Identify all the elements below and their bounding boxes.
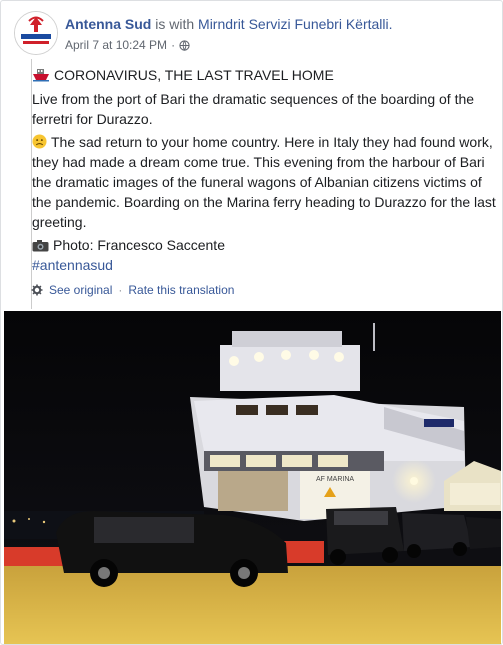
facebook-post: Antenna Sud is with Mirndrit Servizi Fun… bbox=[0, 0, 503, 645]
photo-credit-line: Photo: Francesco Saccente bbox=[32, 235, 492, 255]
translation-separator: · bbox=[118, 283, 123, 297]
post-body: CORONAVIRUS, THE LAST TRAVEL HOME Live f… bbox=[31, 59, 502, 309]
globe-icon[interactable] bbox=[179, 39, 190, 51]
post-paragraph-2-wrap: The sad return to your home country. Her… bbox=[32, 132, 497, 232]
rate-translation-link[interactable]: Rate this translation bbox=[128, 283, 234, 297]
ship-icon bbox=[33, 69, 49, 82]
post-paragraph-2: The sad return to your home country. Her… bbox=[32, 134, 496, 230]
post-header: Antenna Sud is with Mirndrit Servizi Fun… bbox=[65, 16, 393, 32]
timestamp-link[interactable]: April 7 at 10:24 PM bbox=[65, 38, 167, 52]
with-text: is with bbox=[155, 16, 195, 32]
tagged-page-link[interactable]: Mirndrit Servizi Funebri Kërtalli. bbox=[198, 16, 393, 32]
ferry-night-photo: AF MARINA bbox=[4, 311, 501, 644]
antenna-sud-logo-icon bbox=[15, 12, 57, 54]
photo-credit: Photo: Francesco Saccente bbox=[53, 237, 225, 253]
ship-name-label: AF MARINA bbox=[316, 476, 354, 483]
camera-icon bbox=[32, 240, 49, 252]
avatar[interactable] bbox=[14, 11, 58, 55]
meta-separator: · bbox=[171, 38, 176, 52]
post-photo[interactable]: AF MARINA bbox=[4, 311, 501, 644]
page-name-link[interactable]: Antenna Sud bbox=[65, 16, 151, 32]
see-original-link[interactable]: See original bbox=[49, 283, 112, 297]
post-title: CORONAVIRUS, THE LAST TRAVEL HOME bbox=[54, 67, 334, 83]
post-title-line: CORONAVIRUS, THE LAST TRAVEL HOME bbox=[32, 65, 492, 85]
post-paragraph-1: Live from the port of Bari the dramatic … bbox=[32, 91, 475, 127]
translation-bar: See original · Rate this translation bbox=[31, 283, 234, 297]
gear-icon bbox=[31, 284, 43, 296]
post-meta: April 7 at 10:24 PM · bbox=[65, 38, 190, 52]
hashtag-line: #antennasud bbox=[32, 255, 113, 275]
hashtag-link[interactable]: #antennasud bbox=[32, 257, 113, 273]
sad-face-icon bbox=[32, 134, 47, 149]
